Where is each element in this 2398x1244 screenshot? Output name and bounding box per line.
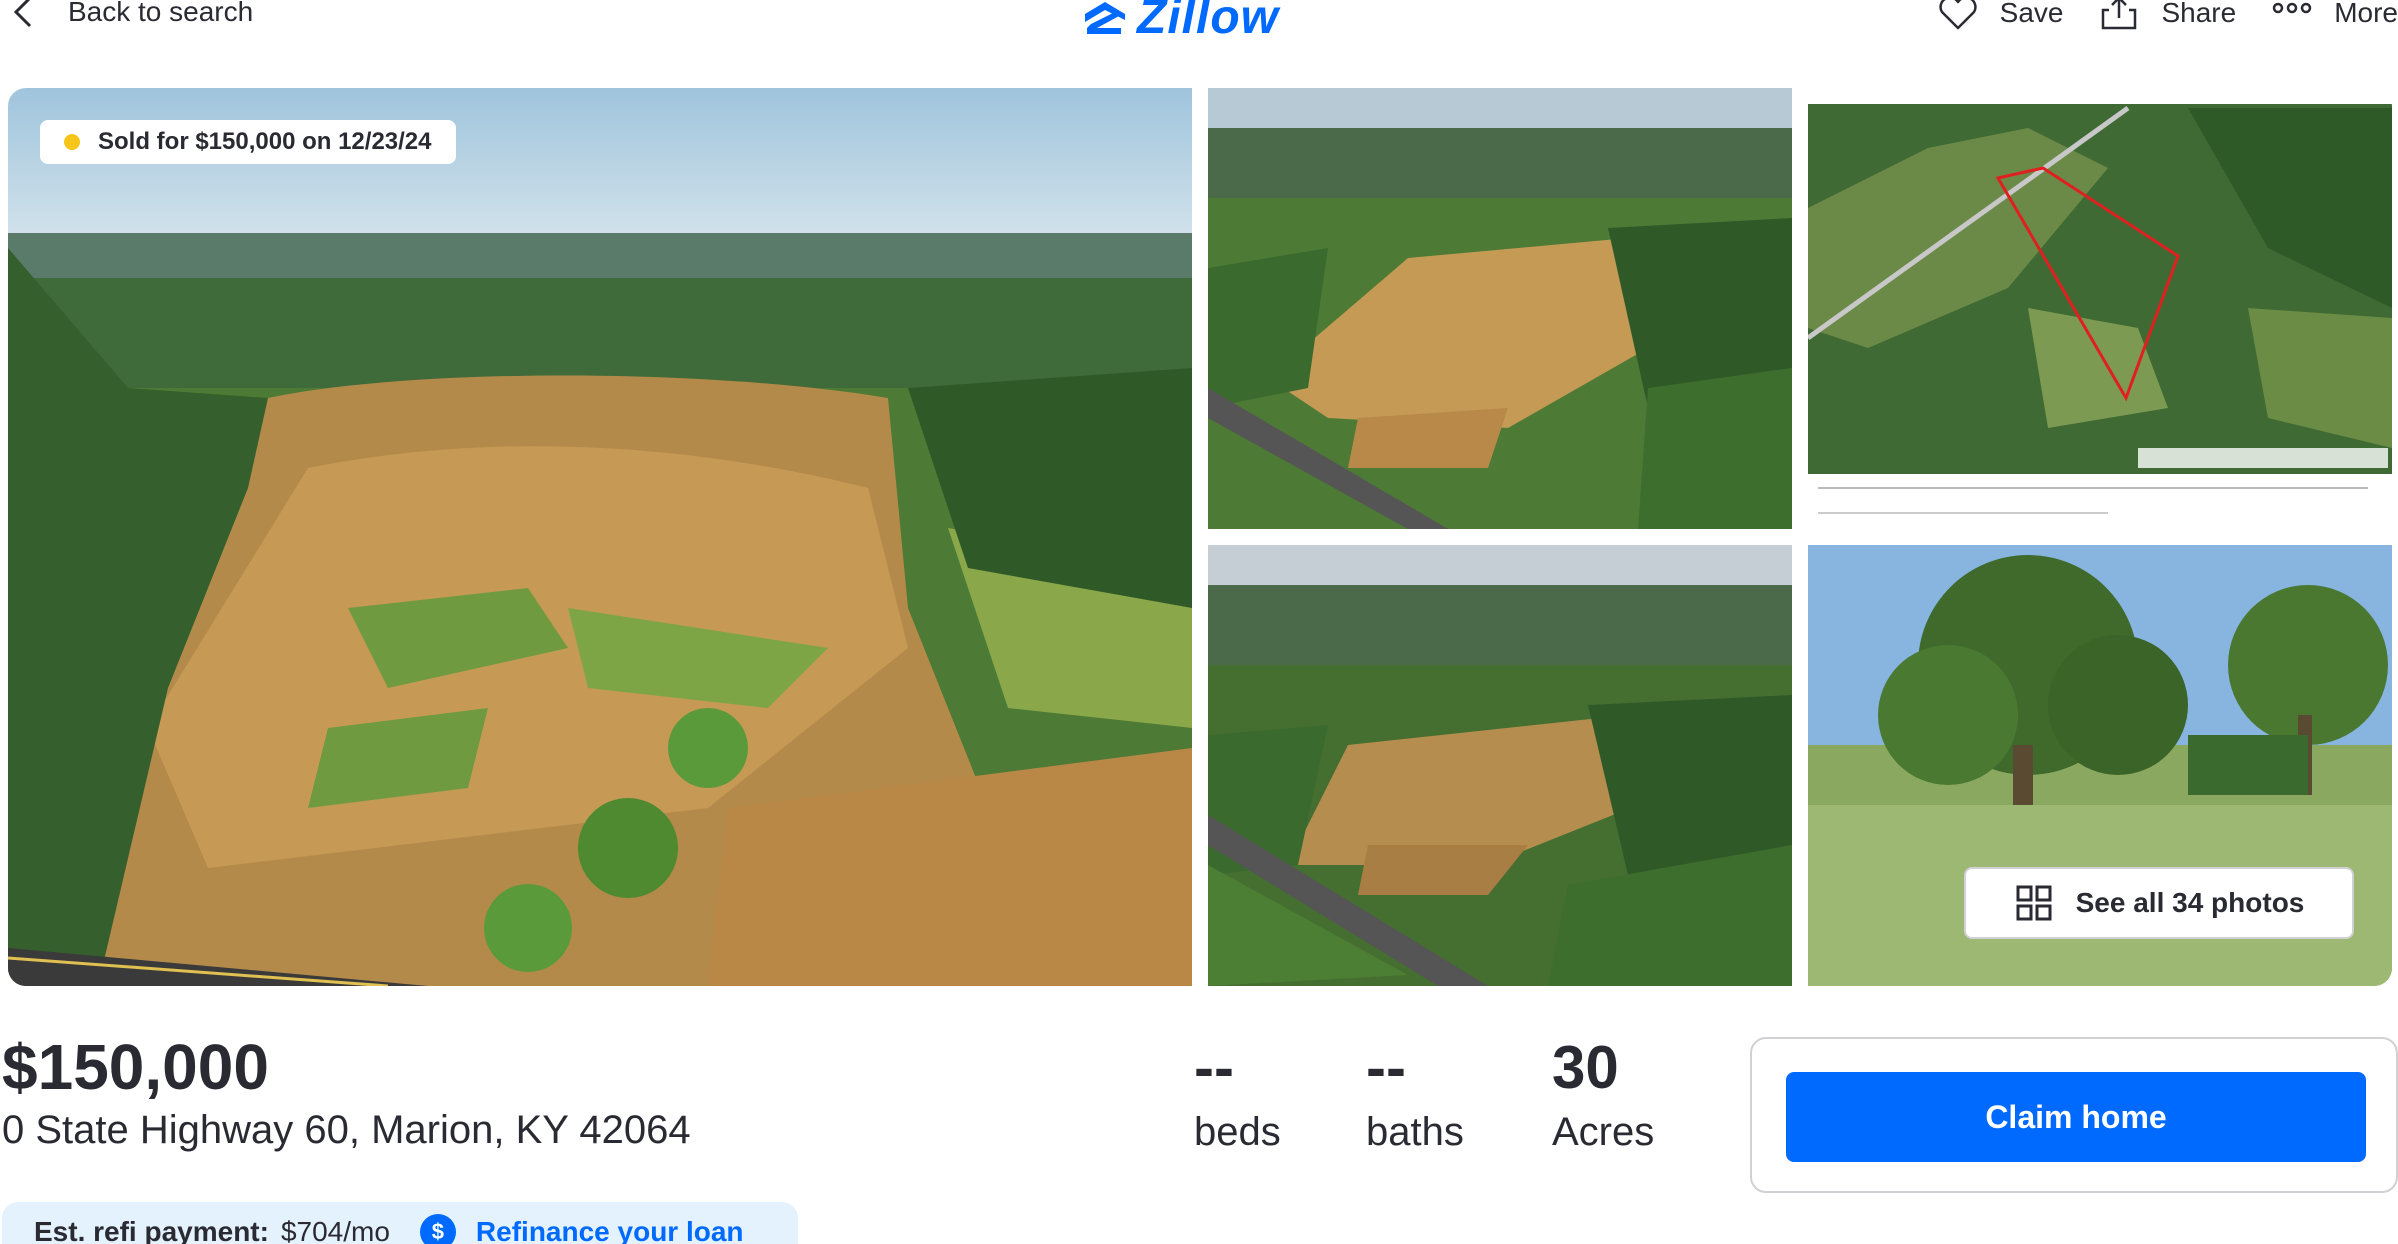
logo-text: Zillow [1137, 0, 1279, 44]
grid-icon [2016, 885, 2052, 921]
header-actions: Save Share More [1936, 0, 2398, 32]
share-icon [2102, 0, 2137, 30]
acres-stat: 30 Acres [1552, 1032, 1654, 1160]
acres-label: Acres [1552, 1110, 1655, 1154]
refinance-link[interactable]: Refinance your loan [476, 1216, 744, 1244]
more-dots-icon [2272, 2, 2312, 14]
back-to-search-link[interactable]: Back to search [10, 0, 253, 30]
more-label: More [2334, 0, 2398, 28]
gallery-photo-2[interactable] [1208, 88, 1792, 529]
acres-value: 30 [1552, 1034, 1619, 1101]
sold-status-dot [64, 134, 80, 150]
sold-text: Sold for $150,000 on 12/23/24 [98, 128, 432, 155]
baths-stat: -- baths [1366, 1032, 1464, 1160]
dollar-icon: $ [419, 1214, 456, 1244]
save-button[interactable]: Save [1936, 0, 2064, 32]
refi-label: Est. refi payment: [34, 1216, 269, 1244]
zillow-logo[interactable]: Zillow [1081, 0, 1279, 45]
claim-home-card: Claim home [1750, 1037, 2398, 1193]
back-label: Back to search [68, 0, 254, 27]
beds-stat: -- beds [1194, 1032, 1281, 1160]
zillow-mark-icon [1085, 1, 1125, 34]
share-button[interactable]: Share [2097, 0, 2236, 32]
aerial-field-photo [8, 88, 1192, 986]
claim-home-button[interactable]: Claim home [1786, 1072, 2366, 1162]
see-all-photos-button[interactable]: See all 34 photos [1964, 867, 2354, 939]
see-all-label: See all 34 photos [2075, 887, 2305, 918]
share-label: Share [2161, 0, 2237, 28]
listing-price: $150,000 [2, 1031, 269, 1103]
refi-payment-banner: Est. refi payment: $704/mo $ Refinance y… [2, 1202, 798, 1244]
heart-icon [1938, 0, 1977, 30]
listing-address: 0 State Highway 60, Marion, KY 42064 [2, 1108, 691, 1152]
save-label: Save [1999, 0, 2064, 28]
more-button[interactable]: More [2270, 0, 2398, 32]
aerial-field-road-2-photo [1208, 545, 1792, 986]
baths-label: baths [1366, 1110, 1464, 1154]
refi-value: $704/mo [280, 1216, 390, 1244]
sold-badge: Sold for $150,000 on 12/23/24 [40, 120, 456, 164]
parcel-map-image [1808, 88, 2392, 529]
top-header: Back to search Zillow Save Share More [0, 0, 2398, 44]
aerial-field-road-photo [1208, 88, 1792, 529]
gallery-photo-4[interactable] [1208, 545, 1792, 986]
beds-value: -- [1194, 1034, 1234, 1101]
gallery-photo-parcel-map[interactable] [1808, 88, 2392, 529]
photo-gallery: Sold for $150,000 on 12/23/24 See all 34… [8, 88, 2392, 986]
main-photo[interactable]: Sold for $150,000 on 12/23/24 [8, 88, 1192, 986]
chevron-left-icon [13, 0, 32, 28]
gallery-photo-5[interactable]: See all 34 photos [1808, 545, 2392, 986]
baths-value: -- [1366, 1034, 1406, 1101]
beds-label: beds [1194, 1110, 1281, 1154]
